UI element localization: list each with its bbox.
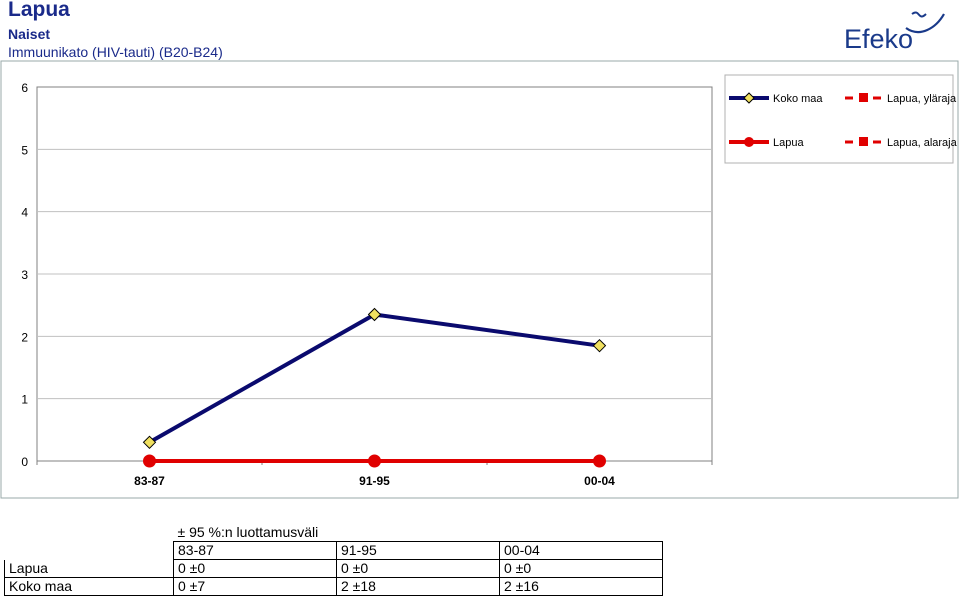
line-chart: 0 1 2 3 4 5 6 83-87 91-95 00-04 Koko maa Lapua Lapua… [0, 60, 959, 499]
y-tick-label: 2 [21, 330, 28, 344]
data-point [368, 454, 381, 468]
table-header-cell: 83-87 [173, 541, 337, 560]
x-tick-label: 91-95 [359, 474, 390, 488]
legend-box [724, 74, 954, 164]
x-tick-label: 00-04 [584, 474, 615, 488]
legend-swatch-marker [859, 137, 868, 146]
page-description: Immuunikato (HIV-tauti) (B20-B24) [8, 44, 223, 60]
legend-label: Lapua, yläraja [887, 93, 957, 105]
confidence-interval-table: ± 95 %:n luottamusväli 83-87 91-95 00-04… [4, 524, 663, 596]
legend-label: Lapua, alaraja [887, 137, 958, 149]
table-cell: 0 ±0 [173, 559, 337, 578]
table-caption: ± 95 %:n luottamusväli [177, 524, 319, 540]
y-tick-label: 5 [21, 143, 28, 157]
table-cell: 2 ±18 [336, 577, 500, 596]
y-tick-label: 4 [21, 206, 28, 220]
row-label: Koko maa [4, 577, 174, 596]
table-cell: 0 ±0 [499, 559, 663, 578]
data-point [143, 454, 156, 468]
y-tick-label: 3 [21, 268, 28, 282]
table-header-cell: 00-04 [499, 541, 663, 560]
table-row: Koko maa 0 ±7 2 ±18 2 ±16 [4, 577, 663, 596]
x-tick-label: 83-87 [134, 474, 165, 488]
legend-label: Lapua [773, 137, 804, 149]
efeko-logo: Efeko [844, 11, 945, 54]
table-header-cell: 91-95 [336, 541, 500, 560]
data-point [593, 454, 606, 468]
page-title: Lapua [8, 0, 70, 21]
table-cell: 2 ±16 [499, 577, 663, 596]
legend-label: Koko maa [773, 93, 823, 105]
y-tick-label: 6 [21, 81, 28, 95]
table-cell: 0 ±7 [173, 577, 337, 596]
table-row: Lapua 0 ±0 0 ±0 0 ±0 [4, 559, 663, 578]
y-tick-label: 0 [21, 455, 28, 469]
legend-swatch-marker [859, 93, 868, 102]
logo-text: Efeko [844, 24, 913, 54]
page-subtitle: Naiset [8, 26, 51, 42]
legend-swatch-marker [744, 137, 754, 147]
y-tick-label: 1 [21, 393, 28, 407]
row-label: Lapua [4, 559, 174, 578]
table-cell: 0 ±0 [336, 559, 500, 578]
